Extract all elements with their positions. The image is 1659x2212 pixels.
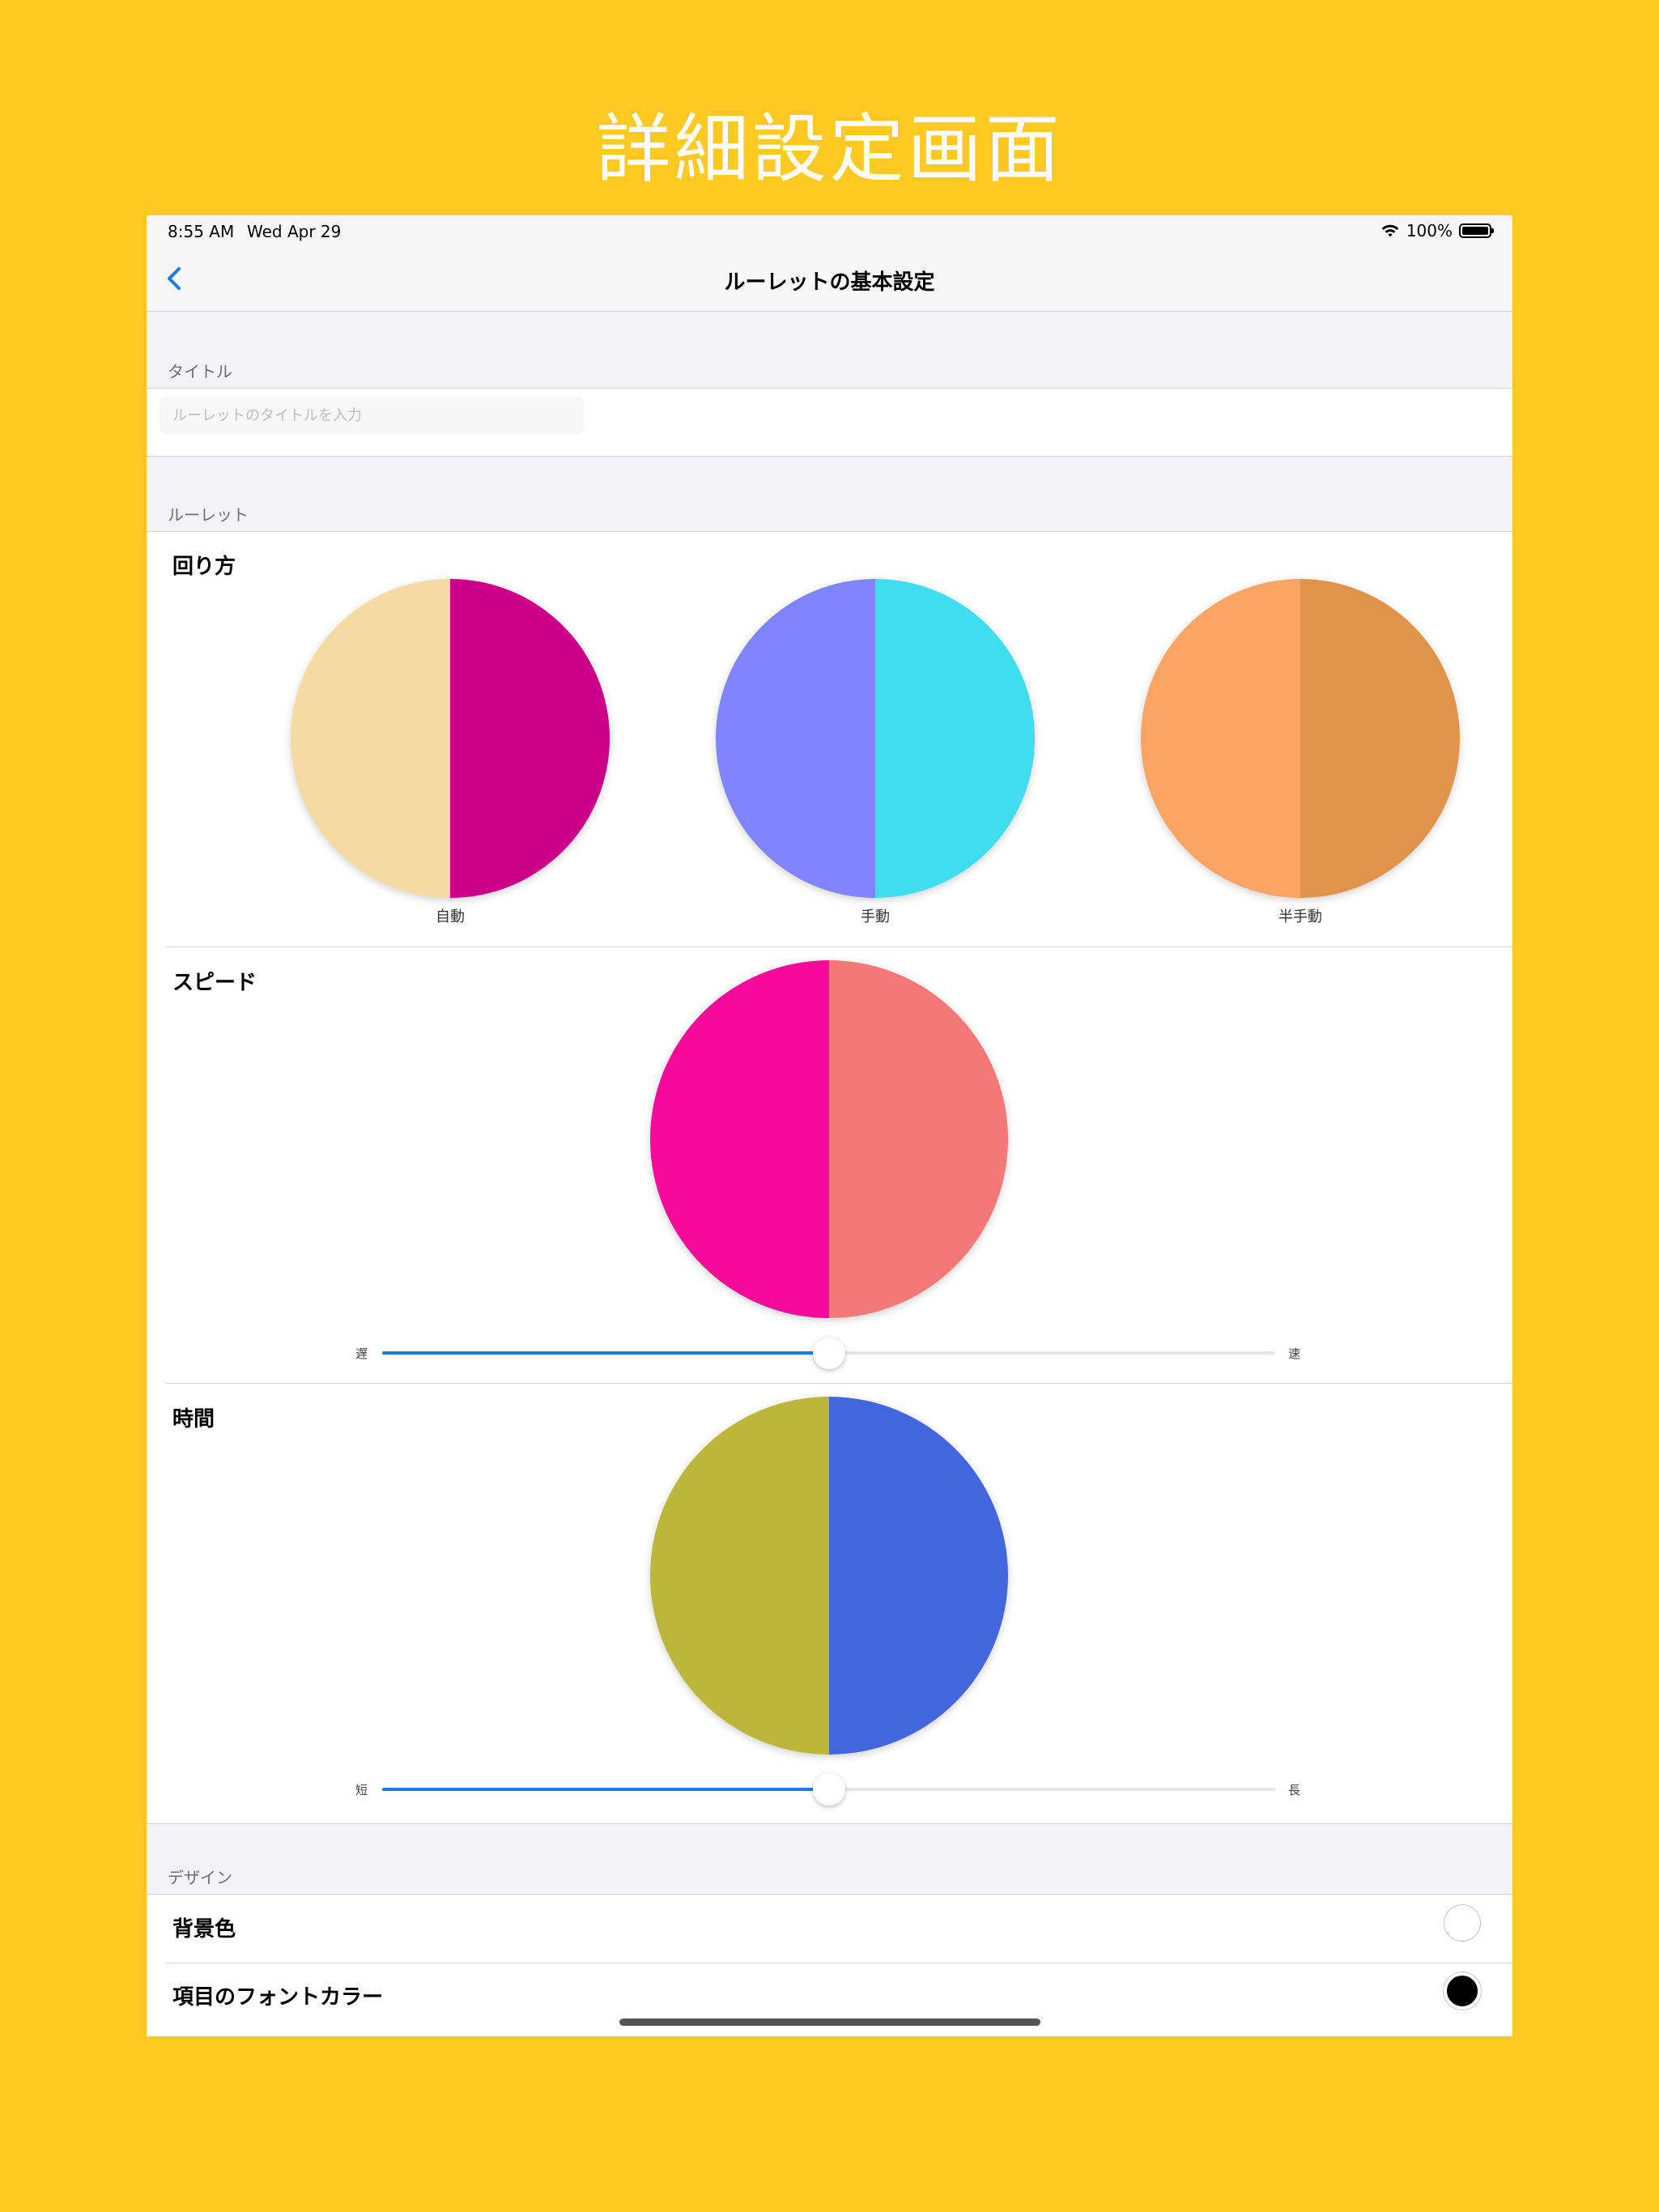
speed-preview-circle [650,960,1008,1318]
speed-max-label: 速 [1288,1346,1301,1361]
spin-mode-label: 回り方 [172,555,236,579]
row-divider [166,1383,1512,1384]
spin-mode-semi-manual-circle[interactable] [1141,579,1460,898]
spin-mode-semi-manual-caption: 半手動 [1278,908,1322,925]
speed-min-label: 遅 [355,1346,368,1361]
spin-mode-auto-caption: 自動 [436,908,465,925]
promo-headline: 詳細設定画面 [596,106,1063,193]
time-slider-thumb[interactable] [812,1773,845,1806]
section-header-title: タイトル [168,362,232,381]
circle-right-half [875,579,1035,898]
home-indicator [619,2018,1040,2026]
design-settings-group: 背景色 項目のフォントカラー [147,1894,1512,2036]
circle-left-half [650,960,829,1318]
status-indicators: 100% [1380,221,1494,240]
navigation-bar: ルーレットの基本設定 [147,246,1512,312]
circle-left-half [650,1397,829,1755]
status-date: Wed Apr 29 [247,222,342,241]
time-slider[interactable] [382,1773,1275,1806]
spin-mode-manual-caption: 手動 [861,908,890,925]
row-divider [166,946,1512,947]
time-slider-fill [382,1788,829,1791]
spin-mode-auto-circle[interactable] [291,579,610,898]
font-color-well[interactable] [1444,1972,1481,2010]
nav-title: ルーレットの基本設定 [724,270,935,295]
font-color-label: 項目のフォントカラー [172,1985,384,2010]
circle-right-half [450,579,610,898]
section-header-design: デザイン [168,1868,232,1887]
spin-mode-manual-circle[interactable] [716,579,1035,898]
time-min-label: 短 [355,1783,368,1797]
circle-right-half [829,960,1008,1318]
background-color-label: 背景色 [172,1917,236,1942]
status-time: 8:55 AM [168,222,235,241]
roulette-settings-group: 回り方 自動 手動 半手動 スピード 遅 速 時間 短 長 [147,531,1512,1824]
speed-slider-fill [382,1351,829,1355]
title-input[interactable] [160,397,584,434]
circle-left-half [1141,579,1300,898]
circle-left-half [291,579,450,898]
time-preview-circle [650,1397,1008,1755]
background-color-well[interactable] [1444,1904,1481,1942]
circle-left-half [716,579,875,898]
circle-right-half [1300,579,1460,898]
time-label: 時間 [172,1407,215,1431]
circle-right-half [829,1397,1008,1755]
ipad-screen: 8:55 AM Wed Apr 29 100% ルーレットの基本設定 タイトル … [147,215,1512,2036]
section-header-roulette: ルーレット [168,505,249,525]
speed-slider[interactable] [382,1337,1275,1369]
title-cell [147,388,1512,457]
battery-percent: 100% [1406,221,1453,240]
speed-label: スピード [172,971,257,995]
speed-slider-thumb[interactable] [812,1337,845,1369]
status-bar: 8:55 AM Wed Apr 29 100% [147,215,1512,246]
battery-icon [1459,223,1494,238]
time-max-label: 長 [1288,1783,1301,1797]
wifi-icon [1381,224,1399,237]
